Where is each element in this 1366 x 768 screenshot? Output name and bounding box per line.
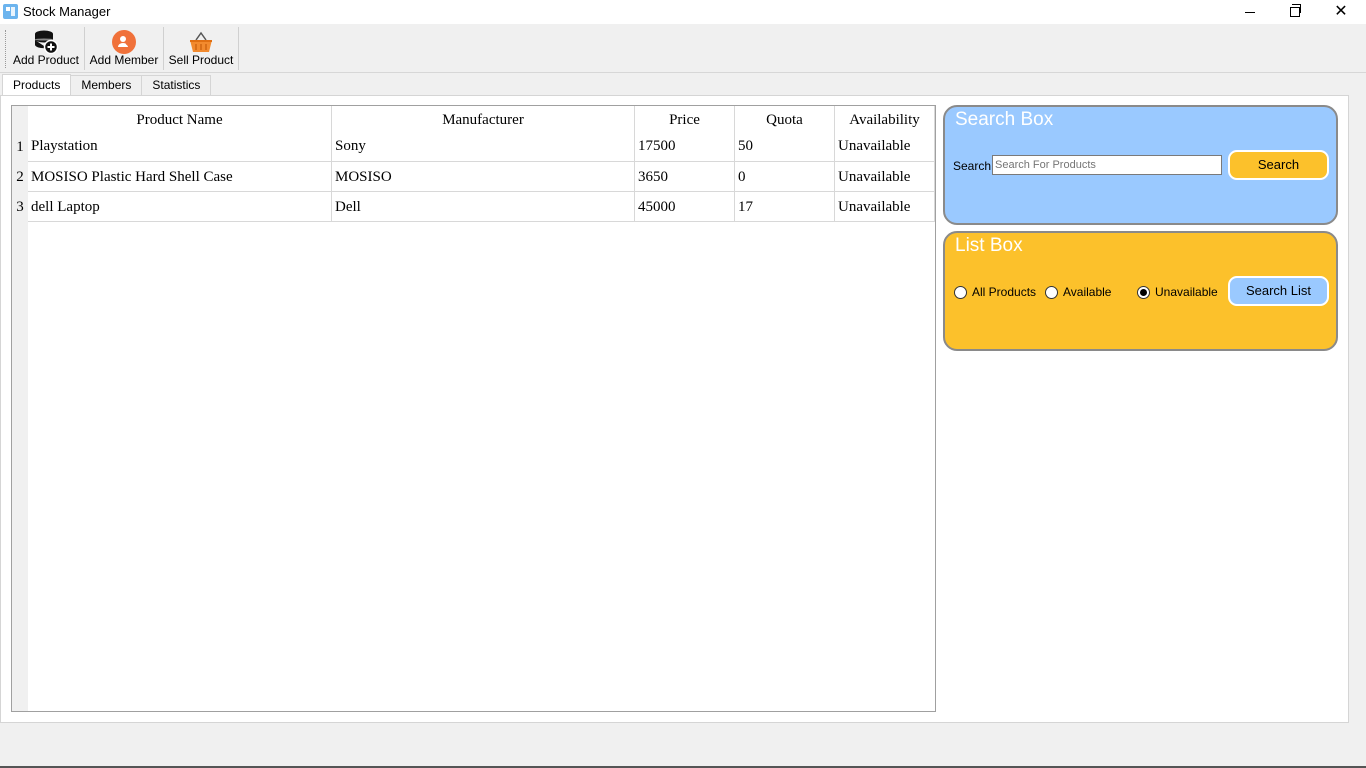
column-header-price[interactable]: Price bbox=[635, 106, 735, 134]
column-header-quota[interactable]: Quota bbox=[735, 106, 835, 134]
radio-selected-icon bbox=[1137, 285, 1150, 299]
title-bar: Stock Manager ✕ bbox=[0, 0, 1366, 24]
search-list-button[interactable]: Search List bbox=[1228, 276, 1329, 306]
products-table[interactable]: Product Name Manufacturer Price Quota Av… bbox=[11, 105, 936, 712]
cell-price[interactable]: 17500 bbox=[635, 134, 735, 162]
radio-label: All Products bbox=[972, 285, 1037, 299]
list-box-group: List Box All Products Available Unavaila… bbox=[943, 231, 1338, 351]
search-input[interactable] bbox=[992, 155, 1222, 175]
add-member-button[interactable]: Add Member bbox=[90, 26, 158, 71]
table-row[interactable]: 1 Playstation Sony 17500 50 Unavailable bbox=[12, 134, 935, 162]
cell-quota[interactable]: 50 bbox=[735, 134, 835, 162]
database-add-icon bbox=[35, 30, 59, 55]
cell-availability[interactable]: Unavailable bbox=[835, 134, 935, 162]
restore-icon bbox=[1290, 4, 1301, 17]
cell-manufacturer[interactable]: Sony bbox=[332, 134, 635, 162]
cell-quota[interactable]: 0 bbox=[735, 162, 835, 192]
cell-quota[interactable]: 17 bbox=[735, 192, 835, 222]
cell-product-name[interactable]: dell Laptop bbox=[28, 192, 332, 222]
row-number[interactable]: 3 bbox=[12, 192, 28, 222]
radio-unavailable[interactable]: Unavailable bbox=[1137, 285, 1218, 299]
tab-bar: Products Members Statistics bbox=[2, 74, 212, 95]
column-header-manufacturer[interactable]: Manufacturer bbox=[332, 106, 635, 134]
cell-availability[interactable]: Unavailable bbox=[835, 192, 935, 222]
toolbar-separator bbox=[238, 27, 239, 70]
tab-members[interactable]: Members bbox=[70, 75, 143, 95]
minimize-icon bbox=[1245, 11, 1255, 13]
minimize-button[interactable] bbox=[1227, 0, 1273, 24]
radio-circle-icon bbox=[954, 285, 967, 299]
add-product-label: Add Product bbox=[12, 53, 80, 67]
column-header-availability[interactable]: Availability bbox=[835, 106, 935, 134]
radio-available[interactable]: Available bbox=[1045, 285, 1111, 299]
shopping-basket-icon bbox=[190, 31, 212, 52]
maximize-button[interactable] bbox=[1272, 0, 1318, 24]
toolbar: Add Product Add Member Sell Product bbox=[0, 24, 1366, 73]
tab-statistics[interactable]: Statistics bbox=[141, 75, 212, 95]
cell-product-name[interactable]: Playstation bbox=[28, 134, 332, 162]
cell-price[interactable]: 3650 bbox=[635, 162, 735, 192]
sell-product-button[interactable]: Sell Product bbox=[169, 26, 233, 71]
radio-circle-icon bbox=[1045, 285, 1058, 299]
close-button[interactable]: ✕ bbox=[1318, 0, 1364, 24]
toolbar-separator bbox=[84, 27, 85, 70]
table-header-row: Product Name Manufacturer Price Quota Av… bbox=[28, 106, 935, 134]
toolbar-grip[interactable] bbox=[5, 30, 7, 68]
add-product-button[interactable]: Add Product bbox=[12, 26, 80, 71]
radio-all-products[interactable]: All Products bbox=[954, 285, 1036, 299]
cell-product-name[interactable]: MOSISO Plastic Hard Shell Case bbox=[28, 162, 332, 192]
cell-price[interactable]: 45000 bbox=[635, 192, 735, 222]
search-button[interactable]: Search bbox=[1228, 150, 1329, 180]
search-box-group: Search Box Search Search bbox=[943, 105, 1338, 225]
app-icon bbox=[3, 4, 18, 19]
window-title: Stock Manager bbox=[23, 4, 111, 19]
search-label: Search bbox=[953, 159, 992, 173]
column-header-product-name[interactable]: Product Name bbox=[28, 106, 332, 134]
toolbar-separator bbox=[163, 27, 164, 70]
search-box-title: Search Box bbox=[951, 109, 1058, 131]
table-row[interactable]: 2 MOSISO Plastic Hard Shell Case MOSISO … bbox=[12, 162, 935, 192]
tab-products[interactable]: Products bbox=[2, 74, 72, 95]
row-number[interactable]: 2 bbox=[12, 162, 28, 192]
radio-label: Available bbox=[1063, 285, 1112, 299]
add-member-label: Add Member bbox=[89, 53, 159, 67]
cell-manufacturer[interactable]: MOSISO bbox=[332, 162, 635, 192]
cell-manufacturer[interactable]: Dell bbox=[332, 192, 635, 222]
close-icon: ✕ bbox=[1334, 3, 1348, 20]
table-row[interactable]: 3 dell Laptop Dell 45000 17 Unavailable bbox=[12, 192, 935, 222]
radio-label: Unavailable bbox=[1155, 285, 1218, 299]
add-member-icon bbox=[112, 30, 136, 54]
row-number[interactable]: 1 bbox=[12, 134, 28, 162]
sell-product-label: Sell Product bbox=[168, 53, 234, 67]
cell-availability[interactable]: Unavailable bbox=[835, 162, 935, 192]
list-box-title: List Box bbox=[951, 235, 1027, 257]
